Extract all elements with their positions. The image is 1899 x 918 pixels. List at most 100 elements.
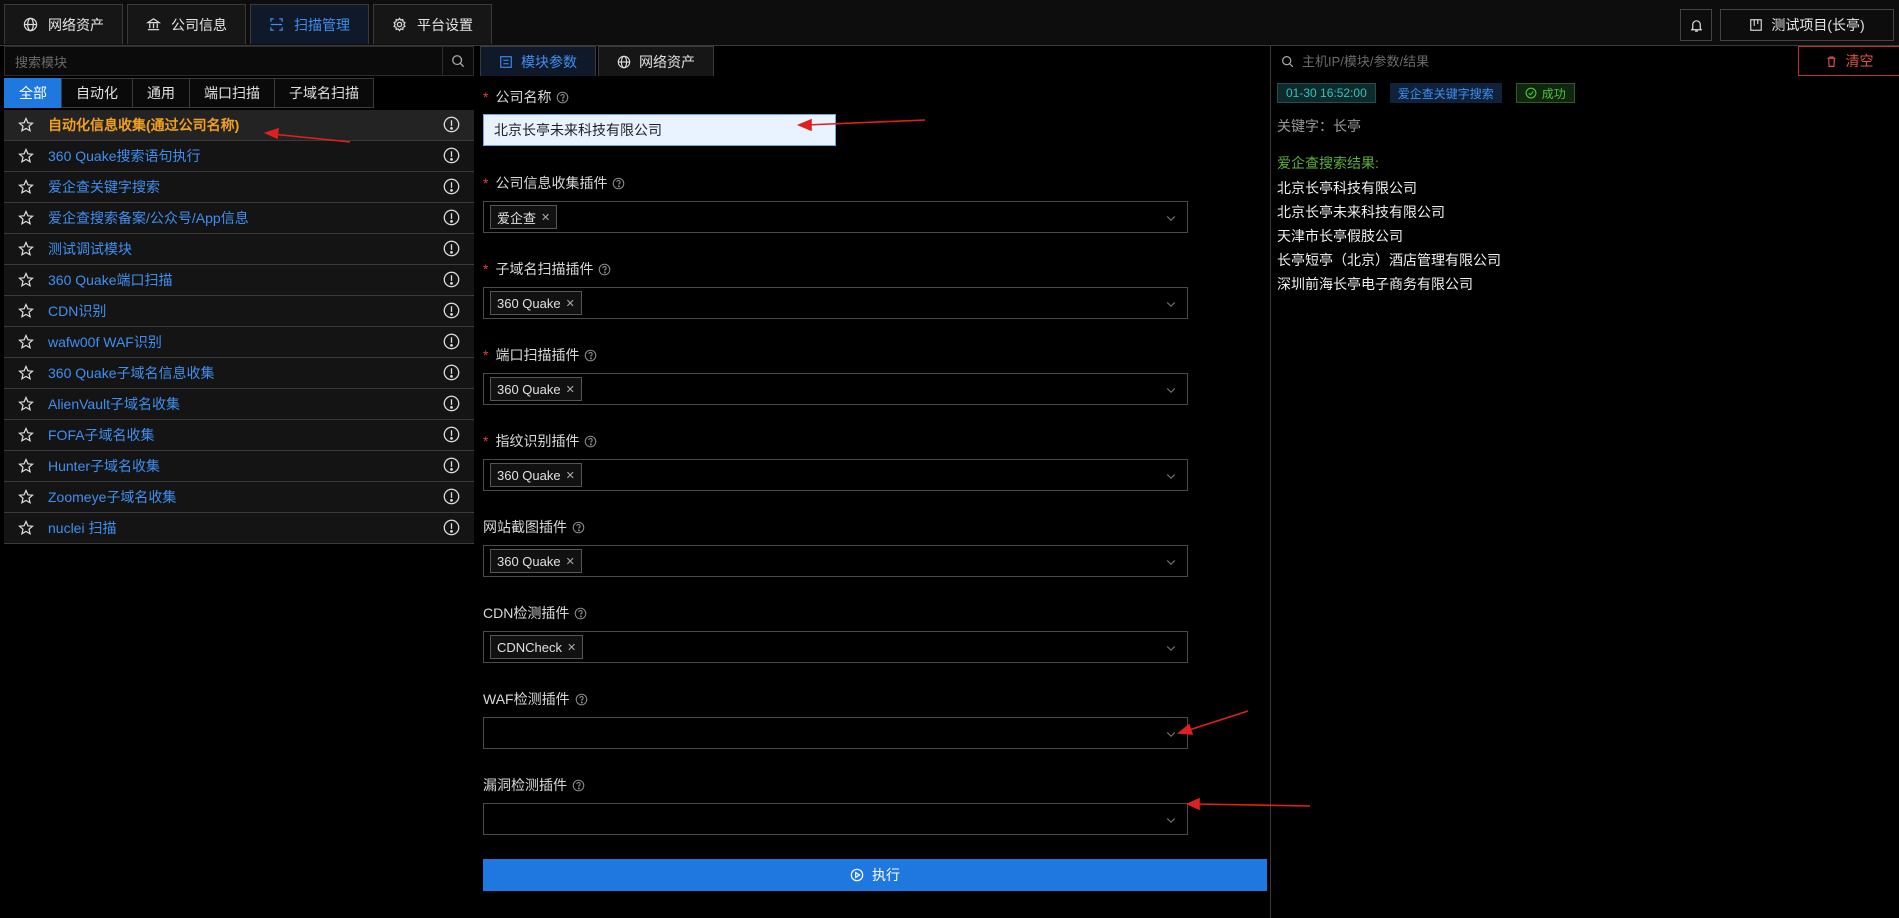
module-item[interactable]: 360 Quake端口扫描	[4, 265, 474, 296]
check-circle-icon	[1525, 87, 1537, 99]
result-item: 长亭短亭（北京）酒店管理有限公司	[1277, 252, 1501, 268]
info-icon[interactable]	[443, 271, 460, 288]
info-icon[interactable]	[443, 178, 460, 195]
info-icon[interactable]	[443, 240, 460, 257]
module-search-input[interactable]	[13, 47, 437, 77]
filter-port-scan[interactable]: 端口扫描	[189, 78, 275, 108]
fingerprint-plugin-select[interactable]: 360 Quake ✕	[483, 459, 1188, 491]
star-icon[interactable]	[4, 303, 48, 319]
filter-subdomain-scan[interactable]: 子域名扫描	[274, 78, 374, 108]
waf-plugin-label: WAF检测插件	[483, 689, 588, 709]
scan-icon	[269, 17, 284, 32]
module-item[interactable]: 360 Quake搜索语句执行	[4, 141, 474, 172]
info-icon[interactable]	[443, 364, 460, 381]
module-item[interactable]: wafw00f WAF识别	[4, 327, 474, 358]
module-name: Zoomeye子域名收集	[48, 489, 177, 505]
module-item[interactable]: Zoomeye子域名收集	[4, 482, 474, 513]
module-item[interactable]: 测试调试模块	[4, 234, 474, 265]
tag-label: 爱企查	[497, 210, 537, 226]
filter-all[interactable]: 全部	[4, 78, 62, 108]
star-icon[interactable]	[4, 272, 48, 288]
info-icon[interactable]	[443, 302, 460, 319]
info-icon[interactable]	[443, 209, 460, 226]
module-search-button[interactable]	[442, 47, 473, 75]
chevron-down-icon	[1165, 814, 1177, 826]
selected-plugin-tag: CDNCheck ✕	[490, 635, 584, 659]
module-item[interactable]: 爱企查关键字搜索	[4, 172, 474, 203]
tag-label: 360 Quake	[497, 295, 561, 311]
info-plugin-select[interactable]: 爱企查 ✕	[483, 201, 1188, 233]
param-tabs: 模块参数 网络资产	[480, 46, 714, 76]
star-icon[interactable]	[4, 396, 48, 412]
cdn-plugin-select[interactable]: CDNCheck ✕	[483, 631, 1188, 663]
star-icon[interactable]	[4, 458, 48, 474]
help-icon	[584, 349, 597, 362]
module-item[interactable]: AlienVault子域名收集	[4, 389, 474, 420]
info-icon[interactable]	[443, 426, 460, 443]
remove-tag-icon[interactable]: ✕	[566, 555, 575, 568]
star-icon[interactable]	[4, 117, 48, 133]
tab-module-params[interactable]: 模块参数	[480, 46, 596, 76]
remove-tag-icon[interactable]: ✕	[566, 297, 575, 310]
star-icon[interactable]	[4, 489, 48, 505]
tab-scan-management[interactable]: 扫描管理	[250, 4, 369, 44]
company-name-input[interactable]: 北京长亭未来科技有限公司	[483, 114, 836, 146]
notification-button[interactable]	[1680, 9, 1712, 41]
remove-tag-icon[interactable]: ✕	[566, 469, 575, 482]
clear-label: 清空	[1845, 53, 1874, 69]
project-switcher[interactable]: 测试项目(长亭)	[1720, 9, 1894, 41]
info-icon[interactable]	[443, 147, 460, 164]
tab-network-assets-result[interactable]: 网络资产	[598, 46, 714, 76]
selected-plugin-tag: 360 Quake ✕	[490, 463, 582, 487]
help-icon	[598, 263, 611, 276]
star-icon[interactable]	[4, 148, 48, 164]
remove-tag-icon[interactable]: ✕	[541, 211, 550, 224]
annotation-arrowhead	[1186, 797, 1200, 811]
module-item[interactable]: 爱企查搜索备案/公众号/App信息	[4, 203, 474, 234]
info-icon[interactable]	[443, 116, 460, 133]
star-icon[interactable]	[4, 210, 48, 226]
filter-general[interactable]: 通用	[132, 78, 190, 108]
star-icon[interactable]	[4, 241, 48, 257]
tab-label: 模块参数	[521, 53, 577, 70]
screenshot-plugin-select[interactable]: 360 Quake ✕	[483, 545, 1188, 577]
tab-network-assets[interactable]: 网络资产	[4, 4, 123, 44]
module-item[interactable]: Hunter子域名收集	[4, 451, 474, 482]
help-icon	[572, 521, 585, 534]
port-plugin-select[interactable]: 360 Quake ✕	[483, 373, 1188, 405]
star-icon[interactable]	[4, 427, 48, 443]
subdomain-plugin-select[interactable]: 360 Quake ✕	[483, 287, 1188, 319]
fingerprint-plugin-label: * 指纹识别插件	[483, 431, 597, 451]
module-item[interactable]: FOFA子域名收集	[4, 420, 474, 451]
run-button[interactable]: 执行	[483, 859, 1267, 891]
module-item[interactable]: nuclei 扫描	[4, 513, 474, 544]
help-icon	[575, 693, 588, 706]
star-icon[interactable]	[4, 365, 48, 381]
filter-automation[interactable]: 自动化	[61, 78, 133, 108]
waf-plugin-select[interactable]	[483, 717, 1188, 749]
result-item: 北京长亭科技有限公司	[1277, 180, 1417, 196]
star-icon[interactable]	[4, 179, 48, 195]
tab-company-info[interactable]: 公司信息	[127, 4, 246, 44]
info-icon[interactable]	[443, 488, 460, 505]
tab-platform-settings[interactable]: 平台设置	[373, 4, 492, 44]
globe-icon	[617, 55, 631, 69]
module-item[interactable]: 自动化信息收集(通过公司名称)	[4, 110, 474, 141]
module-name: 360 Quake子域名信息收集	[48, 365, 215, 381]
info-icon[interactable]	[443, 519, 460, 536]
star-icon[interactable]	[4, 520, 48, 536]
star-icon[interactable]	[4, 334, 48, 350]
module-name: 测试调试模块	[48, 241, 132, 257]
remove-tag-icon[interactable]: ✕	[566, 383, 575, 396]
vuln-plugin-select[interactable]	[483, 803, 1188, 835]
remove-tag-icon[interactable]: ✕	[567, 641, 576, 654]
info-icon[interactable]	[443, 395, 460, 412]
info-icon[interactable]	[443, 457, 460, 474]
result-item: 深圳前海长亭电子商务有限公司	[1277, 276, 1473, 292]
info-icon[interactable]	[443, 333, 460, 350]
log-search-input[interactable]	[1300, 52, 1754, 70]
clear-button[interactable]: 清空	[1798, 46, 1899, 76]
module-item[interactable]: 360 Quake子域名信息收集	[4, 358, 474, 389]
annotation-arrow	[1185, 710, 1249, 732]
module-item[interactable]: CDN识别	[4, 296, 474, 327]
